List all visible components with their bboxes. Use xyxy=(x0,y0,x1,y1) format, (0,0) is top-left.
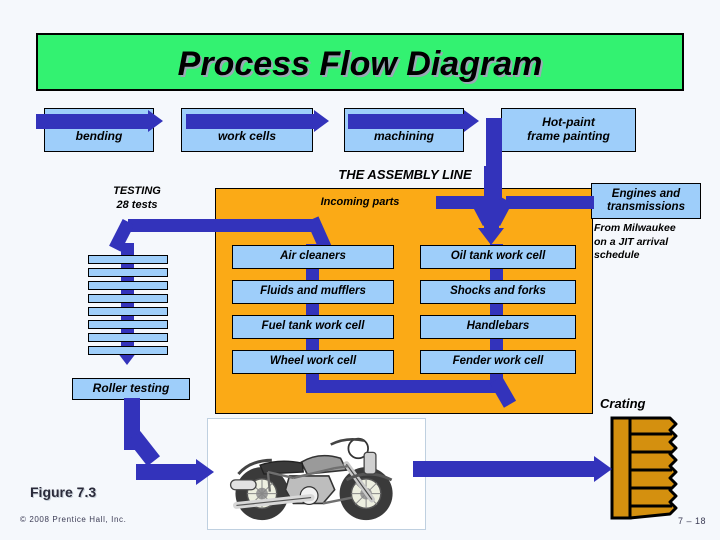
copyright-notice: © 2008 Prentice Hall, Inc. xyxy=(20,515,127,524)
label-line-2: frame painting xyxy=(527,129,610,143)
testing-plate xyxy=(88,346,168,355)
testing-plate xyxy=(88,307,168,316)
roller-out-right-bar xyxy=(136,464,196,480)
assembly-line-caption: THE ASSEMBLY LINE xyxy=(338,167,472,182)
work-cell-fluids-and-mufflers[interactable]: Fluids and mufflers xyxy=(232,280,394,304)
top-flow-bar-1 xyxy=(36,114,148,129)
testing-label: TESTING 28 tests xyxy=(82,185,192,213)
testing-title: TESTING xyxy=(113,185,161,197)
bottom-collector-bar xyxy=(306,380,503,393)
testing-feed-bar xyxy=(128,219,318,232)
top-flow-arrow-2 xyxy=(314,110,329,132)
page-title: Process Flow Diagram xyxy=(177,45,543,83)
incoming-right-feed-bar xyxy=(506,196,594,209)
milwaukee-jit-note: From Milwaukee on a JIT arrival schedule xyxy=(594,222,714,263)
page-number: 7 – 18 xyxy=(677,516,706,526)
figure-label: Figure 7.3 xyxy=(30,484,97,500)
label-line-1: Engines and xyxy=(611,187,681,200)
motorcycle-illustration xyxy=(207,418,426,530)
work-cell-handlebars[interactable]: Handlebars xyxy=(420,315,576,339)
label-line-2: work cells xyxy=(217,129,276,143)
testing-plate xyxy=(88,255,168,264)
top-flow-arrow-3 xyxy=(464,110,479,132)
top-flow-arrow-1 xyxy=(148,110,163,132)
top-flow-bar-2 xyxy=(186,114,314,129)
crating-feed-bar xyxy=(413,461,594,477)
process-box-engines-and-transmissions[interactable]: Engines and transmissions xyxy=(591,183,701,219)
testing-plate xyxy=(88,281,168,290)
process-box-label: Hot-paint frame painting xyxy=(527,115,610,144)
assembly-center-down-arrow xyxy=(478,228,504,245)
testing-plate xyxy=(88,268,168,277)
label-line-2: bending xyxy=(75,129,123,143)
assembly-center-down-bar xyxy=(484,166,499,234)
crate-icon xyxy=(610,416,678,520)
work-cell-air-cleaners[interactable]: Air cleaners xyxy=(232,245,394,269)
roller-out-arrow xyxy=(196,459,214,485)
incoming-parts-label: Incoming parts xyxy=(320,196,400,208)
testing-plate xyxy=(88,294,168,303)
note-line-3: schedule xyxy=(594,249,640,262)
note-line-1: From Milwaukee xyxy=(594,222,676,234)
label-line-1: Hot-paint xyxy=(542,115,595,130)
label-line-2: machining xyxy=(373,129,434,143)
slide-canvas: Process Flow Diagram Frame tube bending … xyxy=(0,0,720,540)
testing-subtitle: 28 tests xyxy=(116,198,158,211)
work-cell-wheel-work-cell[interactable]: Wheel work cell xyxy=(232,350,394,374)
label-line-2: transmissions xyxy=(607,201,685,213)
work-cell-fender-work-cell[interactable]: Fender work cell xyxy=(420,350,576,374)
work-cell-oil-tank-work-cell[interactable]: Oil tank work cell xyxy=(420,245,576,269)
top-flow-bar-3 xyxy=(348,114,464,129)
motorcycle-icon xyxy=(208,419,425,529)
work-cell-fuel-tank-work-cell[interactable]: Fuel tank work cell xyxy=(232,315,394,339)
testing-plate xyxy=(88,320,168,329)
process-box-label: Engines and transmissions xyxy=(607,188,685,214)
crating-feed-arrow xyxy=(594,456,612,482)
process-box-roller-testing[interactable]: Roller testing xyxy=(72,378,190,400)
crating-label: Crating xyxy=(600,396,646,411)
process-box-hot-paint-frame-painting[interactable]: Hot-paint frame painting xyxy=(501,108,636,152)
work-cell-shocks-and-forks[interactable]: Shocks and forks xyxy=(420,280,576,304)
note-line-2: on a JIT arrival xyxy=(594,235,669,248)
testing-plate xyxy=(88,333,168,342)
